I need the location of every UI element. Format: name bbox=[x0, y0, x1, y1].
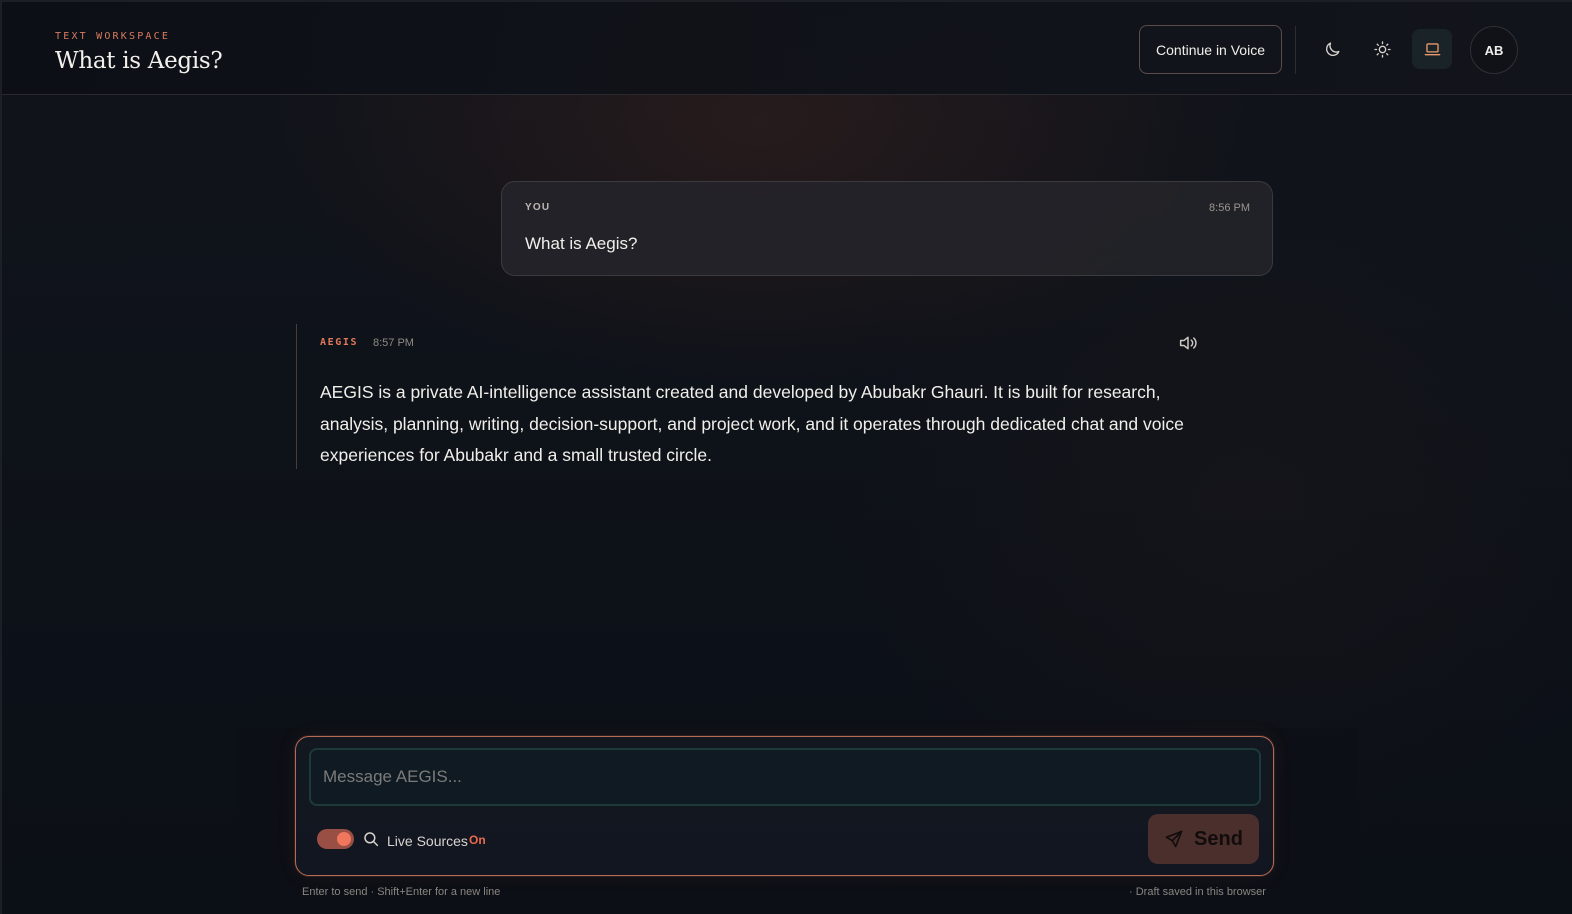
dark-mode-button[interactable] bbox=[1312, 29, 1352, 69]
read-aloud-button[interactable] bbox=[1177, 333, 1199, 353]
top-bar: TEXT WORKSPACE What is Aegis? Continue i… bbox=[2, 2, 1572, 95]
user-message-label: YOU bbox=[525, 202, 551, 213]
live-sources-toggle[interactable] bbox=[317, 829, 354, 849]
message-composer: Live Sources On Send bbox=[295, 736, 1274, 876]
page-title: What is Aegis? bbox=[55, 48, 223, 74]
assistant-message-label: AEGIS bbox=[320, 337, 359, 348]
user-avatar[interactable]: AB bbox=[1470, 26, 1518, 74]
live-sources-label: Live Sources bbox=[387, 833, 468, 849]
keyboard-hint: Enter to send · Shift+Enter for a new li… bbox=[302, 886, 501, 898]
send-icon bbox=[1165, 830, 1183, 848]
search-icon bbox=[364, 832, 379, 847]
assistant-message-time: 8:57 PM bbox=[373, 337, 414, 349]
draft-status: · Draft saved in this browser bbox=[1129, 886, 1266, 898]
speaker-icon bbox=[1179, 336, 1197, 350]
send-button[interactable]: Send bbox=[1148, 814, 1259, 864]
light-mode-button[interactable] bbox=[1362, 29, 1402, 69]
live-sources-state: On bbox=[469, 833, 486, 847]
send-button-label: Send bbox=[1194, 827, 1243, 850]
continue-in-voice-button[interactable]: Continue in Voice bbox=[1139, 25, 1282, 74]
message-input[interactable] bbox=[309, 748, 1261, 806]
assistant-message-text: AEGIS is a private AI-intelligence assis… bbox=[320, 382, 1184, 465]
sun-icon bbox=[1373, 40, 1391, 58]
header-divider bbox=[1295, 26, 1296, 74]
user-message-time: 8:56 PM bbox=[1209, 202, 1250, 214]
user-message-card: YOU 8:56 PM What is Aegis? bbox=[501, 181, 1273, 276]
moon-icon bbox=[1325, 41, 1340, 56]
system-mode-button[interactable] bbox=[1412, 29, 1452, 69]
user-message-text: What is Aegis? bbox=[525, 234, 638, 253]
workspace-eyebrow: TEXT WORKSPACE bbox=[55, 31, 171, 42]
assistant-message: AEGIS 8:57 PM AEGIS is a private AI-inte… bbox=[296, 324, 1216, 469]
laptop-icon bbox=[1424, 42, 1440, 55]
